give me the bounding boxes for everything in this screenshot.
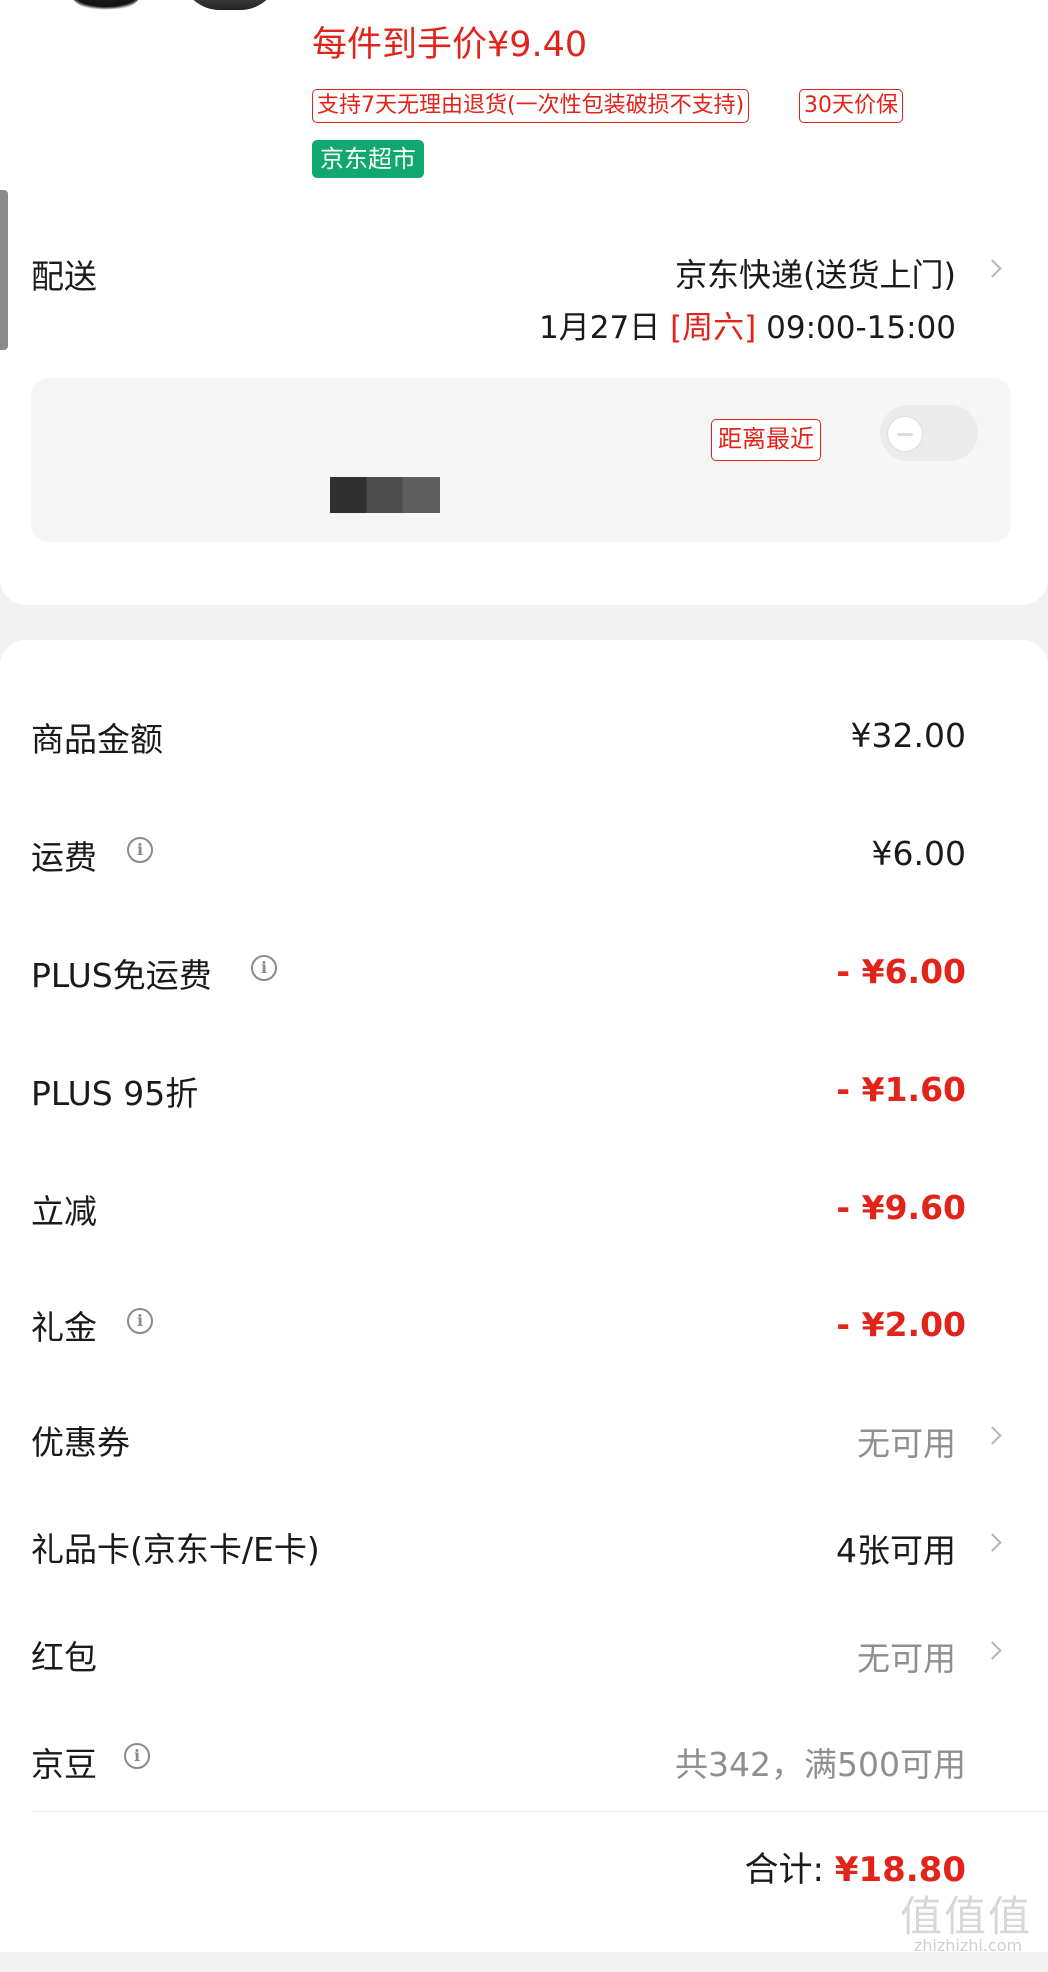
gift-money-label: 礼金 xyxy=(31,1308,97,1347)
goods-amount-value: ¥32.00 xyxy=(850,716,966,755)
site-watermark: 值值值 xyxy=(899,1892,1032,1941)
gift-card-value[interactable]: 4张可用 xyxy=(836,1524,956,1572)
jd-supermarket-badge: 京东超市 xyxy=(312,140,424,178)
plus-discount-value: - ¥1.60 xyxy=(836,1070,966,1109)
plus-free-shipping-label: PLUS免运费 xyxy=(31,956,212,995)
divider xyxy=(31,1811,1048,1812)
total-label: 合计: xyxy=(744,1850,824,1890)
nearest-tag: 距离最近 xyxy=(711,419,821,461)
delivery-weekday: [周六] xyxy=(670,310,757,346)
delivery-label: 配送 xyxy=(31,257,97,296)
price-protection-tag: 30天价保 xyxy=(799,89,903,123)
plus-free-shipping-value: - ¥6.00 xyxy=(836,952,966,991)
return-policy-tag: 支持7天无理由退货(一次性包装破损不支持) xyxy=(312,89,750,123)
unit-price: 每件到手价¥9.40 xyxy=(312,25,588,65)
delivery-time[interactable]: 1月27日 [周六] 09:00-15:00 xyxy=(539,302,956,347)
product-thumbnail[interactable] xyxy=(180,0,280,10)
delivery-method[interactable]: 京东快递(送货上门) xyxy=(675,250,956,296)
instant-discount-label: 立减 xyxy=(31,1192,97,1231)
instant-discount-value: - ¥9.60 xyxy=(836,1188,966,1227)
red-packet-label: 红包 xyxy=(31,1638,97,1677)
gift-money-value: - ¥2.00 xyxy=(836,1305,966,1344)
red-packet-value[interactable]: 无可用 xyxy=(857,1632,956,1680)
info-icon[interactable]: i xyxy=(124,1743,150,1769)
plus-discount-label: PLUS 95折 xyxy=(31,1074,199,1113)
goods-amount-label: 商品金额 xyxy=(31,720,163,759)
shipping-fee-value: ¥6.00 xyxy=(871,834,966,873)
shipping-fee-label: 运费 xyxy=(31,838,97,877)
coupon-value[interactable]: 无可用 xyxy=(857,1417,956,1465)
redacted-address xyxy=(330,477,440,513)
delivery-date: 1月27日 xyxy=(539,310,661,346)
order-summary-card: 每件到手价¥9.40 支持7天无理由退货(一次性包装破损不支持) 30天价保 京… xyxy=(0,0,1048,605)
site-watermark-url: zhizhizhi.com xyxy=(913,1936,1023,1955)
info-icon[interactable]: i xyxy=(251,955,277,981)
delivery-window: 09:00-15:00 xyxy=(766,310,956,346)
toggle-knob xyxy=(888,417,922,451)
chevron-right-icon[interactable] xyxy=(983,259,1002,278)
gift-card-label: 礼品卡(京东卡/E卡) xyxy=(31,1530,320,1569)
pickup-toggle[interactable] xyxy=(880,405,978,461)
info-icon[interactable]: i xyxy=(127,1308,153,1334)
coupon-label: 优惠券 xyxy=(31,1423,130,1462)
info-icon[interactable]: i xyxy=(127,837,153,863)
pickup-address-box[interactable] xyxy=(31,378,1011,542)
scrollbar[interactable] xyxy=(0,190,8,350)
product-thumbnail[interactable] xyxy=(66,0,146,10)
jd-beans-label: 京豆 xyxy=(31,1745,97,1784)
jd-beans-value: 共342，满500可用 xyxy=(675,1745,966,1784)
